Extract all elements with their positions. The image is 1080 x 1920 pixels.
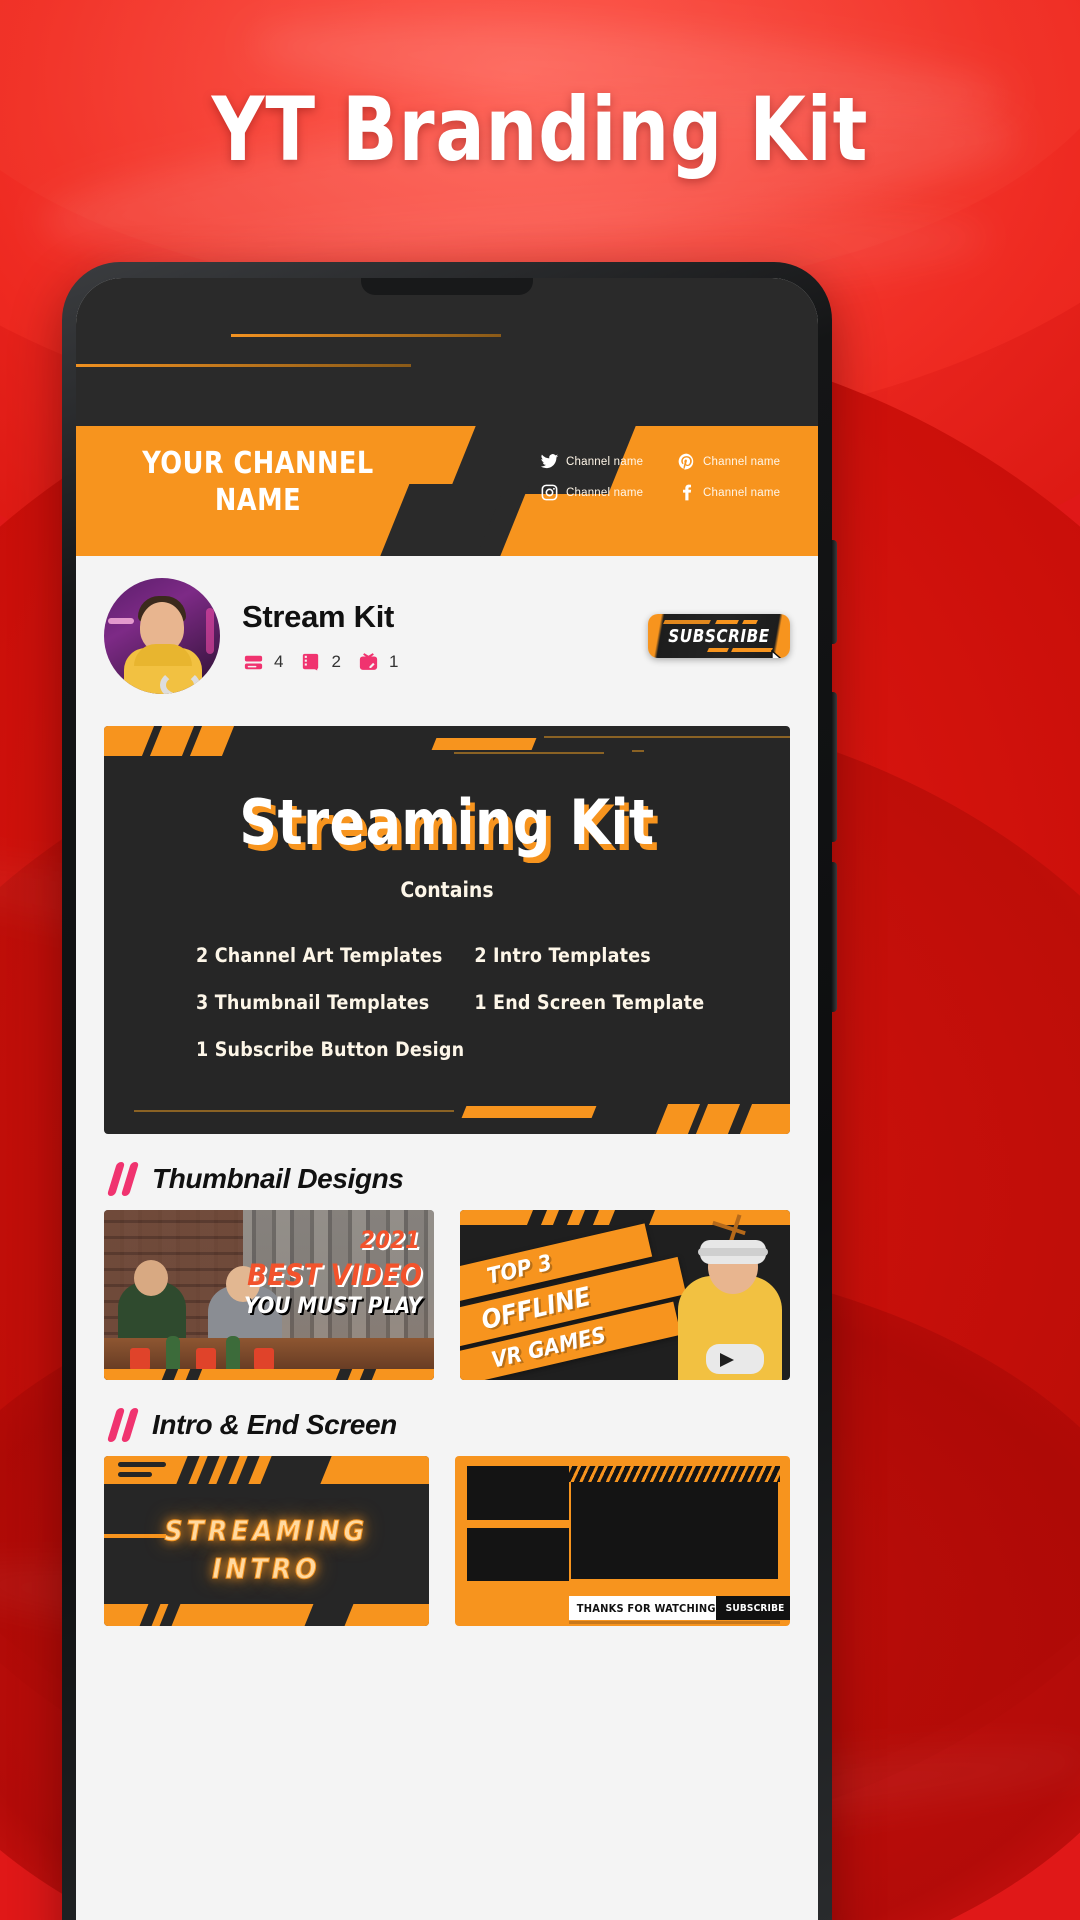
- phone-notch: [361, 278, 533, 295]
- social-label-twitter: Channel name: [566, 455, 644, 468]
- social-link-facebook[interactable]: Channel name: [677, 483, 808, 502]
- section-title: Thumbnail Designs: [152, 1163, 404, 1194]
- intro-template[interactable]: STREAMING INTRO: [104, 1456, 429, 1626]
- social-link-instagram[interactable]: Channel name: [540, 483, 671, 502]
- banner-channel-name: YOUR CHANNEL NAME: [116, 446, 401, 519]
- app-top-bar: [76, 278, 818, 426]
- kit-item: 1 End Screen Template: [474, 991, 705, 1014]
- double-slash-icon: [106, 1408, 140, 1442]
- stat-tv: 1: [357, 651, 398, 674]
- social-link-twitter[interactable]: Channel name: [540, 452, 671, 471]
- facebook-icon: [683, 484, 692, 501]
- thumbnail-headline: BEST VIDEO: [247, 1258, 422, 1292]
- twitter-icon: [540, 454, 559, 469]
- section-intro-end-screen: Intro & End Screen: [106, 1408, 818, 1442]
- social-label-instagram: Channel name: [566, 486, 644, 499]
- instagram-icon: [541, 484, 558, 501]
- channel-banner: YOUR CHANNEL NAME Channel name Channel n…: [76, 426, 818, 556]
- kit-item: 2 Intro Templates: [474, 944, 651, 967]
- banner-channel-name-line1: YOUR CHANNEL: [142, 446, 374, 481]
- stat-banner-value: 4: [274, 652, 284, 671]
- double-slash-icon: [106, 1162, 140, 1196]
- intro-line-1: STREAMING: [164, 1514, 369, 1548]
- end-screen-subscribe-badge[interactable]: SUBSCRIBE: [715, 1596, 790, 1620]
- pinterest-icon: [678, 453, 694, 470]
- mouse-cursor-icon: [771, 650, 782, 658]
- thumbnail-grid: 2021 BEST VIDEO YOU MUST PLAY TOP 3 OFFL…: [76, 1210, 818, 1380]
- subscribe-button-label: SUBSCRIBE: [668, 625, 770, 647]
- channel-stats: 4 2 1: [242, 651, 626, 674]
- banner-icon: [244, 655, 263, 669]
- film-icon: [303, 653, 319, 671]
- thumbnail-best-video[interactable]: 2021 BEST VIDEO YOU MUST PLAY: [104, 1210, 434, 1380]
- kit-title: Streaming Kit: [239, 786, 655, 859]
- social-link-pinterest[interactable]: Channel name: [677, 452, 808, 471]
- channel-meta: Stream Kit 4 2 1: [242, 599, 626, 674]
- stat-film-value: 2: [331, 652, 341, 671]
- stat-film: 2: [299, 651, 341, 674]
- kit-item: 1 Subscribe Button Design: [196, 1038, 465, 1061]
- avatar[interactable]: [104, 578, 220, 694]
- kit-item: 2 Channel Art Templates: [196, 944, 443, 967]
- section-thumbnail-designs: Thumbnail Designs: [106, 1162, 818, 1196]
- social-label-facebook: Channel name: [703, 486, 781, 499]
- phone-volume-down-button: [831, 862, 837, 1012]
- thumbnail-year: 2021: [359, 1226, 420, 1254]
- social-label-pinterest: Channel name: [703, 455, 781, 468]
- channel-header: Stream Kit 4 2 1 SUBSCRIBE: [76, 556, 818, 712]
- kit-contains-label: Contains: [400, 878, 494, 902]
- kit-item: 3 Thumbnail Templates: [196, 991, 430, 1014]
- thumbnail-vr-games[interactable]: TOP 3 OFFLINE VR GAMES: [460, 1210, 790, 1380]
- intro-line-2: INTRO: [212, 1552, 321, 1586]
- section-title: Intro & End Screen: [152, 1409, 397, 1440]
- end-screen-thanks-text: THANKS FOR WATCHING: [576, 1601, 716, 1615]
- kit-item-list: 2 Channel Art Templates 2 Intro Template…: [196, 944, 740, 1061]
- subscribe-button[interactable]: SUBSCRIBE: [648, 614, 790, 658]
- page-title: YT Branding Kit: [211, 78, 869, 181]
- thumbnail-subline: YOU MUST PLAY: [244, 1294, 422, 1319]
- phone-volume-up-button: [831, 692, 837, 842]
- phone-side-button: [831, 540, 837, 644]
- streaming-kit-card: Streaming Kit Contains 2 Channel Art Tem…: [104, 726, 790, 1134]
- end-screen-template[interactable]: THANKS FOR WATCHING SUBSCRIBE: [454, 1456, 790, 1626]
- banner-channel-name-line2: NAME: [214, 482, 302, 518]
- channel-name: Stream Kit: [242, 598, 395, 634]
- stat-banner: 4: [242, 651, 283, 674]
- social-links: Channel name Channel name Channel name C…: [540, 452, 808, 502]
- phone-mockup: YOUR CHANNEL NAME Channel name Channel n…: [62, 262, 837, 1920]
- tv-icon: [359, 652, 378, 670]
- phone-screen: YOUR CHANNEL NAME Channel name Channel n…: [76, 278, 818, 1920]
- stat-tv-value: 1: [388, 652, 399, 671]
- intro-end-grid: STREAMING INTRO THANKS FOR WATCHING SUBS…: [76, 1456, 818, 1626]
